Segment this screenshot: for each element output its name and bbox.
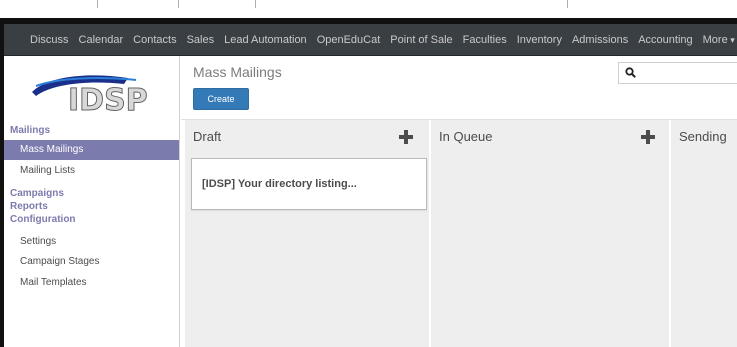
- section-reports[interactable]: Reports: [10, 201, 48, 212]
- kanban-column-in-queue: In Queue: [431, 120, 669, 347]
- sidebar-item-mailing-lists[interactable]: Mailing Lists: [4, 161, 179, 181]
- logo-text: IDSP: [68, 83, 148, 116]
- company-logo[interactable]: IDSP: [28, 66, 166, 116]
- kanban-column-draft: Draft [IDSP] Your directory listing...: [185, 120, 429, 347]
- cell-divider: [178, 0, 179, 8]
- search-input[interactable]: [618, 62, 737, 84]
- create-button[interactable]: Create: [193, 88, 249, 110]
- kanban-board: Draft [IDSP] Your directory listing... I…: [181, 120, 737, 347]
- nav-contacts[interactable]: Contacts: [128, 24, 181, 55]
- section-mailings[interactable]: Mailings: [10, 125, 50, 136]
- nav-accounting[interactable]: Accounting: [633, 24, 697, 55]
- nav-lead-automation[interactable]: Lead Automation: [219, 24, 312, 55]
- sidebar-item-settings[interactable]: Settings: [4, 232, 179, 252]
- sidebar: IDSP Mailings Mass Mailings Mailing List…: [4, 56, 180, 347]
- section-campaigns[interactable]: Campaigns: [10, 188, 64, 199]
- nav-admissions[interactable]: Admissions: [567, 24, 633, 55]
- kanban-card[interactable]: [IDSP] Your directory listing...: [191, 158, 427, 210]
- nav-point-of-sale[interactable]: Point of Sale: [385, 24, 457, 55]
- nav-openeducat[interactable]: OpenEduCat: [312, 24, 386, 55]
- cell-divider: [567, 0, 568, 8]
- plus-icon[interactable]: [641, 130, 655, 144]
- column-title: In Queue: [439, 129, 493, 144]
- plus-icon[interactable]: [399, 130, 413, 144]
- section-configuration[interactable]: Configuration: [10, 214, 76, 225]
- column-title: Draft: [193, 129, 222, 144]
- nav-calendar[interactable]: Calendar: [74, 24, 129, 55]
- card-title: [IDSP] Your directory listing...: [202, 178, 357, 190]
- cell-divider: [255, 0, 256, 8]
- magnifier-icon: [625, 67, 636, 78]
- nav-faculties[interactable]: Faculties: [458, 24, 512, 55]
- sidebar-item-campaign-stages[interactable]: Campaign Stages: [4, 252, 179, 272]
- sidebar-item-mass-mailings[interactable]: Mass Mailings: [4, 140, 179, 160]
- nav-more-dropdown[interactable]: More: [698, 24, 737, 55]
- nav-discuss[interactable]: Discuss: [4, 24, 74, 55]
- cell-divider: [97, 0, 98, 8]
- nav-sales[interactable]: Sales: [182, 24, 220, 55]
- control-panel: Mass Mailings Create: [181, 56, 737, 120]
- sidebar-item-mail-templates[interactable]: Mail Templates: [4, 273, 179, 293]
- top-strip: [0, 0, 737, 8]
- nav-inventory[interactable]: Inventory: [512, 24, 567, 55]
- column-title: Sending: [679, 129, 727, 144]
- main-navbar: Discuss Calendar Contacts Sales Lead Aut…: [4, 24, 737, 56]
- page-title: Mass Mailings: [193, 64, 282, 80]
- kanban-column-sending: Sending: [671, 120, 737, 347]
